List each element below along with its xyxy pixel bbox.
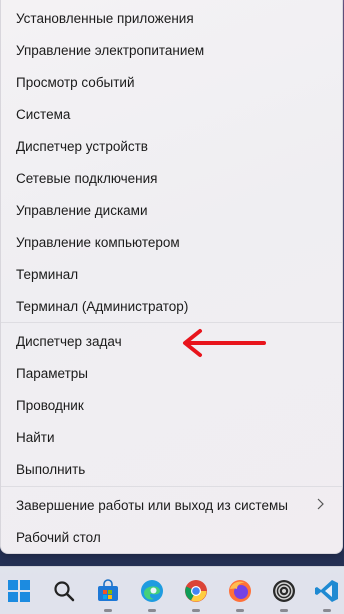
menu-item-label: Управление электропитанием: [16, 42, 205, 58]
menu-item-device-manager[interactable]: Диспетчер устройств: [5, 131, 338, 161]
menu-item-terminal-admin[interactable]: Терминал (Администратор): [5, 291, 338, 321]
menu-item-label: Установленные приложения: [16, 10, 194, 26]
menu-divider: [1, 486, 342, 487]
menu-item-computer-management[interactable]: Управление компьютером: [5, 227, 338, 257]
menu-divider: [1, 322, 342, 323]
menu-item-terminal[interactable]: Терминал: [5, 259, 338, 289]
search-icon[interactable]: [50, 577, 78, 605]
menu-item-label: Терминал (Администратор): [16, 298, 189, 314]
menu-item-search[interactable]: Найти: [5, 422, 338, 452]
menu-item-label: Найти: [16, 429, 55, 445]
menu-item-disk-management[interactable]: Управление дисками: [5, 195, 338, 225]
menu-item-run[interactable]: Выполнить: [5, 454, 338, 484]
context-menu: Установленные приложения Управление элек…: [0, 0, 343, 554]
menu-item-power-options[interactable]: Управление электропитанием: [5, 35, 338, 65]
menu-item-task-manager[interactable]: Диспетчер задач: [5, 326, 338, 356]
menu-item-file-explorer[interactable]: Проводник: [5, 390, 338, 420]
menu-item-desktop[interactable]: Рабочий стол: [5, 522, 338, 552]
vscode-icon[interactable]: [313, 577, 341, 612]
edge-icon[interactable]: [138, 577, 166, 612]
menu-item-label: Управление компьютером: [16, 234, 180, 250]
app-circle-icon[interactable]: [270, 577, 298, 612]
menu-item-label: Проводник: [16, 397, 84, 413]
menu-item-label: Просмотр событий: [16, 74, 135, 90]
menu-item-system[interactable]: Система: [5, 99, 338, 129]
menu-item-shutdown-signout[interactable]: Завершение работы или выход из системы: [5, 490, 338, 520]
windows-start-icon[interactable]: [5, 577, 33, 605]
menu-item-label: Параметры: [16, 365, 88, 381]
firefox-icon[interactable]: [226, 577, 254, 612]
menu-item-label: Выполнить: [16, 461, 86, 477]
menu-item-installed-apps[interactable]: Установленные приложения: [5, 3, 338, 33]
chevron-right-icon: [317, 498, 324, 510]
menu-item-network-connections[interactable]: Сетевые подключения: [5, 163, 338, 193]
menu-item-settings[interactable]: Параметры: [5, 358, 338, 388]
menu-item-label: Управление дисками: [16, 202, 148, 218]
taskbar: [0, 566, 344, 614]
menu-item-label: Рабочий стол: [16, 529, 101, 545]
menu-item-label: Сетевые подключения: [16, 170, 158, 186]
menu-item-label: Система: [16, 106, 71, 122]
menu-item-label: Терминал: [16, 266, 79, 282]
annotation-arrow-icon: [183, 329, 266, 357]
menu-item-label: Завершение работы или выход из системы: [16, 497, 288, 513]
store-icon[interactable]: [94, 577, 122, 612]
menu-item-event-viewer[interactable]: Просмотр событий: [5, 67, 338, 97]
menu-item-label: Диспетчер устройств: [16, 138, 148, 154]
menu-item-label: Диспетчер задач: [16, 333, 122, 349]
chrome-icon[interactable]: [182, 577, 210, 612]
